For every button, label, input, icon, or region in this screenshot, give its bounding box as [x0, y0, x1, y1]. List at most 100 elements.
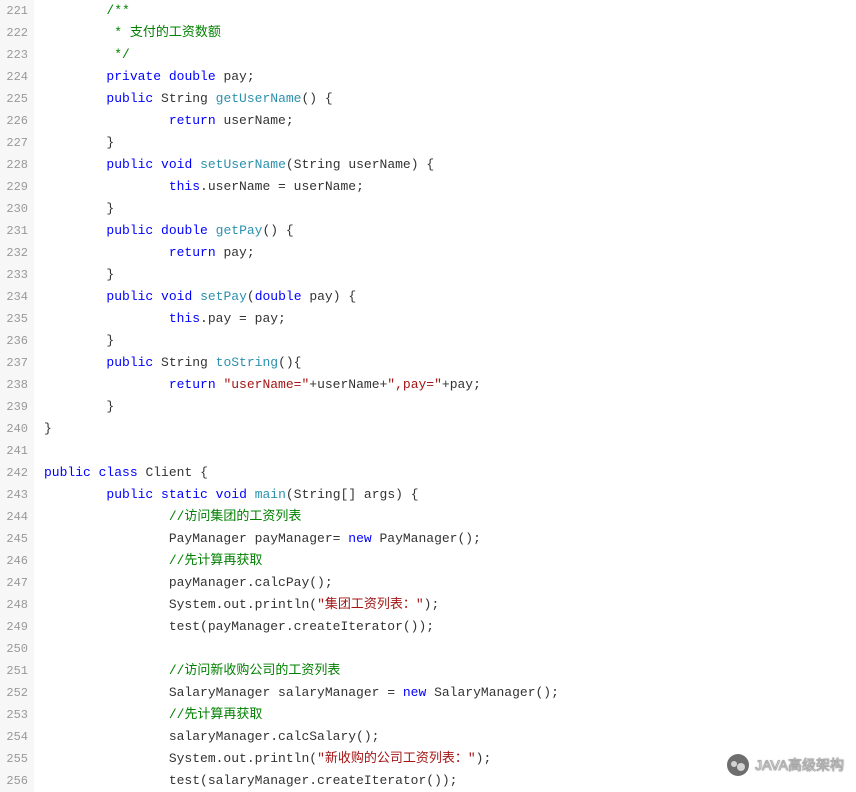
- code-line: 236 }: [0, 330, 856, 352]
- code-line: 243 public static void main(String[] arg…: [0, 484, 856, 506]
- line-number: 244: [0, 506, 34, 528]
- code-line: 232 return pay;: [0, 242, 856, 264]
- code-content: //访问新收购公司的工资列表: [34, 660, 340, 682]
- code-line: 231 public double getPay() {: [0, 220, 856, 242]
- code-line: 224 private double pay;: [0, 66, 856, 88]
- code-content: SalaryManager salaryManager = new Salary…: [34, 682, 559, 704]
- line-number: 231: [0, 220, 34, 242]
- code-content: System.out.println("集团工资列表：");: [34, 594, 439, 616]
- line-number: 226: [0, 110, 34, 132]
- line-number: 223: [0, 44, 34, 66]
- code-content: [34, 638, 44, 660]
- code-content: public class Client {: [34, 462, 208, 484]
- code-content: this.pay = pay;: [34, 308, 286, 330]
- code-line: 230 }: [0, 198, 856, 220]
- line-number: 249: [0, 616, 34, 638]
- code-content: }: [34, 264, 114, 286]
- code-line: 250: [0, 638, 856, 660]
- line-number: 246: [0, 550, 34, 572]
- code-content: //先计算再获取: [34, 550, 262, 572]
- code-line: 229 this.userName = userName;: [0, 176, 856, 198]
- line-number: 240: [0, 418, 34, 440]
- code-line: 222 * 支付的工资数额: [0, 22, 856, 44]
- code-content: public void setPay(double pay) {: [34, 286, 356, 308]
- line-number: 252: [0, 682, 34, 704]
- line-number: 224: [0, 66, 34, 88]
- line-number: 241: [0, 440, 34, 462]
- code-line: 225 public String getUserName() {: [0, 88, 856, 110]
- code-content: this.userName = userName;: [34, 176, 364, 198]
- code-content: }: [34, 198, 114, 220]
- line-number: 235: [0, 308, 34, 330]
- code-line: 241: [0, 440, 856, 462]
- code-content: public String getUserName() {: [34, 88, 333, 110]
- line-number: 251: [0, 660, 34, 682]
- line-number: 253: [0, 704, 34, 726]
- line-number: 237: [0, 352, 34, 374]
- code-content: System.out.println("新收购的公司工资列表：");: [34, 748, 491, 770]
- line-number: 247: [0, 572, 34, 594]
- code-line: 244 //访问集团的工资列表: [0, 506, 856, 528]
- line-number: 245: [0, 528, 34, 550]
- code-line: 234 public void setPay(double pay) {: [0, 286, 856, 308]
- watermark: JAVA高级架构: [727, 754, 844, 776]
- code-content: return pay;: [34, 242, 255, 264]
- line-number: 227: [0, 132, 34, 154]
- code-line: 245 PayManager payManager= new PayManage…: [0, 528, 856, 550]
- line-number: 222: [0, 22, 34, 44]
- code-line: 242public class Client {: [0, 462, 856, 484]
- line-number: 228: [0, 154, 34, 176]
- code-line: 254 salaryManager.calcSalary();: [0, 726, 856, 748]
- code-line: 228 public void setUserName(String userN…: [0, 154, 856, 176]
- code-content: return userName;: [34, 110, 294, 132]
- code-content: public void setUserName(String userName)…: [34, 154, 434, 176]
- code-line: 248 System.out.println("集团工资列表：");: [0, 594, 856, 616]
- code-content: public String toString(){: [34, 352, 301, 374]
- code-content: }: [34, 132, 114, 154]
- code-content: test(payManager.createIterator());: [34, 616, 434, 638]
- code-line: 240}: [0, 418, 856, 440]
- code-content: return "userName="+userName+",pay="+pay;: [34, 374, 481, 396]
- code-line: 253 //先计算再获取: [0, 704, 856, 726]
- code-content: private double pay;: [34, 66, 255, 88]
- code-content: }: [34, 330, 114, 352]
- code-line: 239 }: [0, 396, 856, 418]
- code-content: PayManager payManager= new PayManager();: [34, 528, 481, 550]
- code-content: //先计算再获取: [34, 704, 262, 726]
- code-line: 251 //访问新收购公司的工资列表: [0, 660, 856, 682]
- code-line: 233 }: [0, 264, 856, 286]
- line-number: 242: [0, 462, 34, 484]
- line-number: 232: [0, 242, 34, 264]
- code-line: 246 //先计算再获取: [0, 550, 856, 572]
- code-line: 237 public String toString(){: [0, 352, 856, 374]
- line-number: 255: [0, 748, 34, 770]
- line-number: 236: [0, 330, 34, 352]
- line-number: 233: [0, 264, 34, 286]
- code-content: payManager.calcPay();: [34, 572, 333, 594]
- code-content: salaryManager.calcSalary();: [34, 726, 379, 748]
- line-number: 234: [0, 286, 34, 308]
- line-number: 248: [0, 594, 34, 616]
- line-number: 250: [0, 638, 34, 660]
- code-line: 226 return userName;: [0, 110, 856, 132]
- code-block: 221 /**222 * 支付的工资数额223 */224 private do…: [0, 0, 856, 792]
- line-number: 238: [0, 374, 34, 396]
- code-content: }: [34, 396, 114, 418]
- line-number: 239: [0, 396, 34, 418]
- code-line: 223 */: [0, 44, 856, 66]
- line-number: 229: [0, 176, 34, 198]
- line-number: 254: [0, 726, 34, 748]
- code-line: 227 }: [0, 132, 856, 154]
- code-line: 238 return "userName="+userName+",pay="+…: [0, 374, 856, 396]
- wechat-icon: [727, 754, 749, 776]
- code-line: 252 SalaryManager salaryManager = new Sa…: [0, 682, 856, 704]
- code-content: //访问集团的工资列表: [34, 506, 301, 528]
- code-content: }: [34, 418, 52, 440]
- code-content: test(salaryManager.createIterator());: [34, 770, 457, 792]
- line-number: 243: [0, 484, 34, 506]
- code-line: 247 payManager.calcPay();: [0, 572, 856, 594]
- line-number: 230: [0, 198, 34, 220]
- code-content: */: [34, 44, 130, 66]
- code-content: public static void main(String[] args) {: [34, 484, 419, 506]
- code-content: [34, 440, 44, 462]
